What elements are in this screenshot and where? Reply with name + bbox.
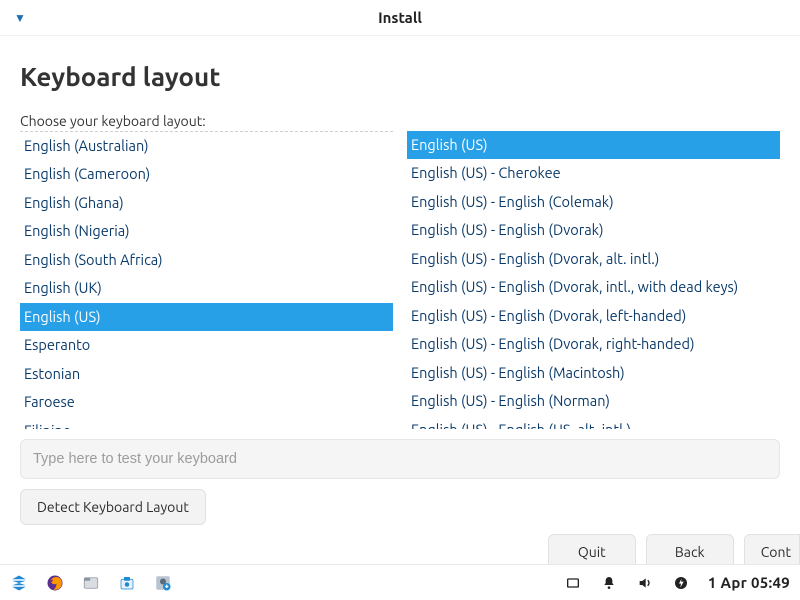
layout-list-item[interactable]: English (Cameroon) (20, 160, 393, 188)
layout-list-item[interactable]: English (Australian) (20, 132, 393, 160)
detect-row: Detect Keyboard Layout (20, 489, 780, 525)
taskbar: 1 Apr 05:49 (0, 564, 800, 600)
page-heading: Keyboard layout (20, 62, 780, 91)
taskbar-tray: 1 Apr 05:49 (564, 574, 790, 592)
variant-list-item[interactable]: English (US) - English (Norman) (407, 387, 780, 415)
layout-list[interactable]: English (Australian)English (Cameroon)En… (20, 131, 393, 429)
software-icon[interactable] (118, 574, 136, 592)
variant-list-item[interactable]: English (US) (407, 131, 780, 159)
keyboard-test-input[interactable] (20, 439, 780, 479)
volume-icon[interactable] (636, 574, 654, 592)
files-icon[interactable] (82, 574, 100, 592)
clock[interactable]: 1 Apr 05:49 (708, 574, 790, 591)
test-row (20, 439, 780, 479)
variant-list-item[interactable]: English (US) - English (Macintosh) (407, 359, 780, 387)
installer-task-icon[interactable] (154, 574, 172, 592)
layout-list-item[interactable]: English (Ghana) (20, 189, 393, 217)
layout-list-item[interactable]: English (US) (20, 303, 393, 331)
layout-list-item[interactable]: Estonian (20, 360, 393, 388)
variant-list-item[interactable]: English (US) - English (Dvorak) (407, 216, 780, 244)
notifications-icon[interactable] (600, 574, 618, 592)
variant-list-item[interactable]: English (US) - English (Dvorak, intl., w… (407, 273, 780, 301)
variant-list-item[interactable]: English (US) - English (Dvorak, right-ha… (407, 330, 780, 358)
app-menu-arrow-icon[interactable]: ▼ (14, 11, 26, 25)
layout-columns: English (Australian)English (Cameroon)En… (20, 131, 780, 429)
variant-list-item[interactable]: English (US) - English (US, alt. intl.) (407, 416, 780, 429)
layout-list-item[interactable]: Esperanto (20, 331, 393, 359)
layout-list-item[interactable]: English (South Africa) (20, 246, 393, 274)
variant-list-item[interactable]: English (US) - English (Dvorak, alt. int… (407, 245, 780, 273)
layout-list-item[interactable]: Filipino (20, 417, 393, 429)
window-title: Install (0, 9, 800, 26)
layout-list-item[interactable]: English (Nigeria) (20, 217, 393, 245)
desktop-tray-icon[interactable] (564, 574, 582, 592)
taskbar-launchers (10, 574, 172, 592)
firefox-icon[interactable] (46, 574, 64, 592)
zorin-logo-icon[interactable] (10, 574, 28, 592)
installer-page: Keyboard layout Choose your keyboard lay… (0, 36, 800, 564)
titlebar: ▼ Install (0, 0, 800, 36)
variant-list-item[interactable]: English (US) - English (Dvorak, left-han… (407, 302, 780, 330)
variant-list-item[interactable]: English (US) - English (Colemak) (407, 188, 780, 216)
detect-layout-button[interactable]: Detect Keyboard Layout (20, 489, 206, 525)
power-icon[interactable] (672, 574, 690, 592)
layout-list-item[interactable]: Faroese (20, 388, 393, 416)
prompt-label: Choose your keyboard layout: (20, 113, 780, 129)
layout-list-item[interactable]: English (UK) (20, 274, 393, 302)
variant-list[interactable]: English (US)English (US) - CherokeeEngli… (407, 131, 780, 429)
variant-list-item[interactable]: English (US) - Cherokee (407, 159, 780, 187)
